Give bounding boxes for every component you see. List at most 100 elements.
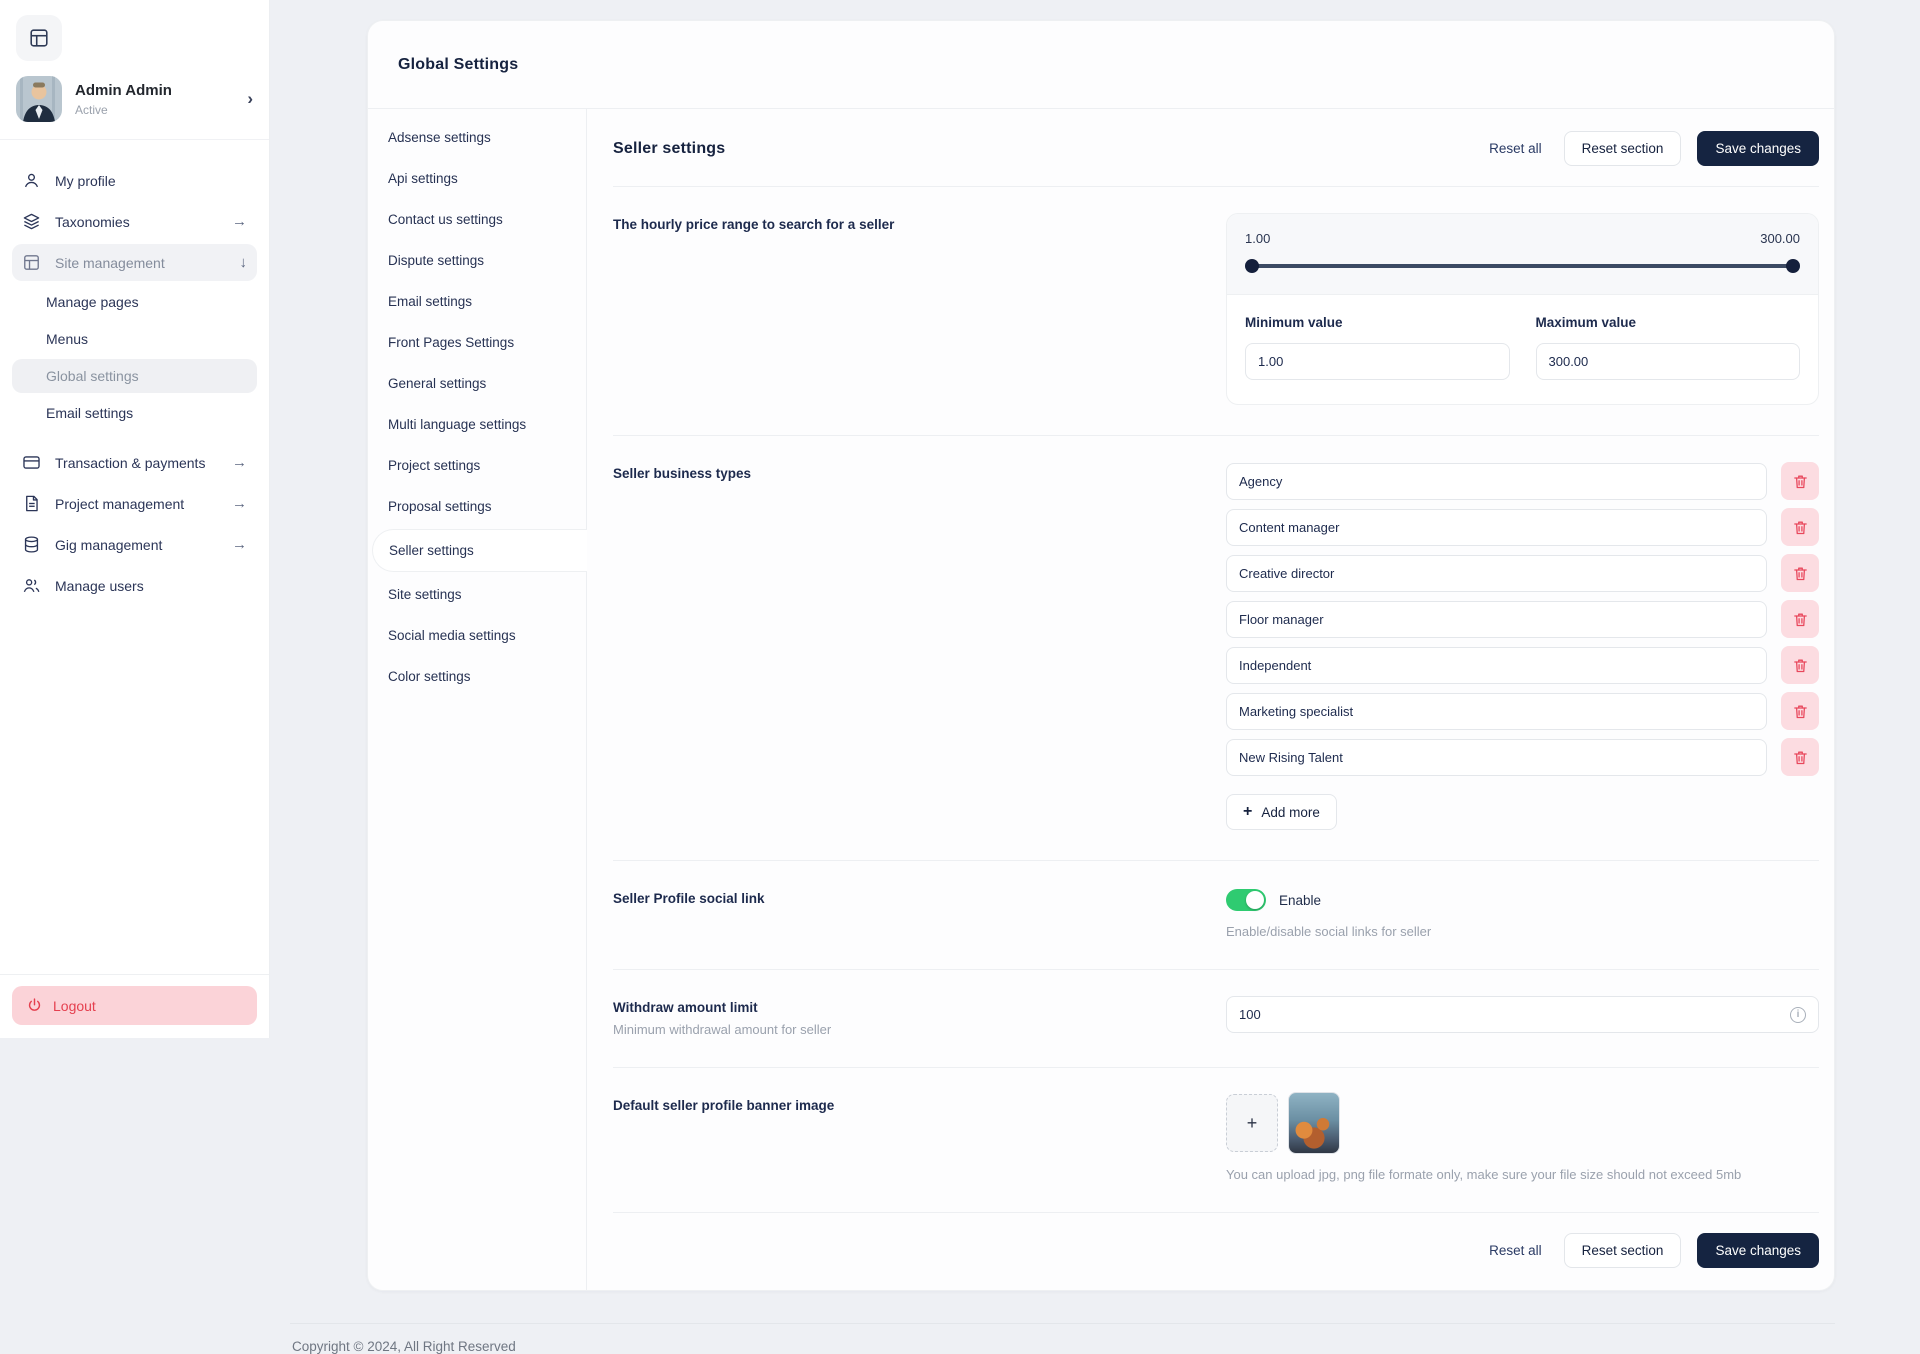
sidebar-item-taxonomies[interactable]: Taxonomies → <box>12 203 257 240</box>
sidebar-subitem-global-settings[interactable]: Global settings <box>12 359 257 393</box>
save-changes-button[interactable]: Save changes <box>1697 131 1819 166</box>
settings-nav-item-email-settings[interactable]: Email settings <box>368 281 586 322</box>
sidebar-item-gig-management[interactable]: Gig management → <box>12 526 257 563</box>
delete-business-type-button[interactable] <box>1781 554 1819 592</box>
trash-icon <box>1792 611 1809 628</box>
business-type-input[interactable] <box>1226 601 1767 638</box>
settings-nav-item-site-settings[interactable]: Site settings <box>368 574 586 615</box>
sidebar-item-transaction-payments[interactable]: Transaction & payments → <box>12 444 257 481</box>
business-type-input[interactable] <box>1226 647 1767 684</box>
price-range-slider[interactable] <box>1245 259 1800 273</box>
copyright-text: Copyright © 2024, All Right Reserved <box>290 1323 1835 1354</box>
settings-nav-item-general-settings[interactable]: General settings <box>368 363 586 404</box>
business-type-row <box>1226 600 1819 638</box>
sidebar: Admin Admin Active › My profile <box>0 0 270 1038</box>
slider-min-label: 1.00 <box>1245 231 1270 246</box>
user-profile[interactable]: Admin Admin Active › <box>0 61 269 140</box>
trash-icon <box>1792 565 1809 582</box>
user-status: Active <box>75 103 172 117</box>
business-type-row <box>1226 646 1819 684</box>
business-types-section: Seller business types + Add more <box>613 436 1819 861</box>
footer-save-changes-button[interactable]: Save changes <box>1697 1233 1819 1268</box>
trash-icon <box>1792 657 1809 674</box>
trash-icon <box>1792 473 1809 490</box>
business-type-input[interactable] <box>1226 739 1767 776</box>
sidebar-item-site-management[interactable]: Site management ↓ <box>12 244 257 281</box>
sidebar-subitem-menus[interactable]: Menus <box>12 322 257 356</box>
section-footer-actions: Reset all Reset section Save changes <box>613 1213 1819 1290</box>
business-type-input[interactable] <box>1226 693 1767 730</box>
banner-image-label: Default seller profile banner image <box>613 1094 1226 1182</box>
business-types-label: Seller business types <box>613 462 1226 830</box>
trash-icon <box>1792 703 1809 720</box>
settings-nav-item-social-media-settings[interactable]: Social media settings <box>368 615 586 656</box>
business-type-input[interactable] <box>1226 509 1767 546</box>
slider-handle-max[interactable] <box>1786 259 1800 273</box>
database-icon <box>22 535 41 554</box>
logout-button[interactable]: Logout <box>12 986 257 1025</box>
sidebar-subitem-email-settings[interactable]: Email settings <box>12 396 257 430</box>
slider-max-label: 300.00 <box>1760 231 1800 246</box>
settings-nav-item-api-settings[interactable]: Api settings <box>368 158 586 199</box>
social-link-toggle[interactable] <box>1226 889 1266 911</box>
reset-all-button[interactable]: Reset all <box>1483 133 1548 164</box>
sidebar-item-project-management[interactable]: Project management → <box>12 485 257 522</box>
plus-icon: + <box>1247 1113 1258 1134</box>
section-title: Seller settings <box>613 140 1467 158</box>
social-link-label: Seller Profile social link <box>613 887 1226 939</box>
delete-business-type-button[interactable] <box>1781 462 1819 500</box>
avatar <box>16 76 62 122</box>
banner-thumbnail[interactable] <box>1288 1092 1340 1154</box>
add-more-button[interactable]: + Add more <box>1226 794 1337 830</box>
slider-track[interactable] <box>1247 264 1798 268</box>
slider-handle-min[interactable] <box>1245 259 1259 273</box>
minimum-value-input[interactable] <box>1245 343 1510 380</box>
settings-nav-item-contact-us-settings[interactable]: Contact us settings <box>368 199 586 240</box>
business-type-row <box>1226 692 1819 730</box>
delete-business-type-button[interactable] <box>1781 692 1819 730</box>
footer-reset-all-button[interactable]: Reset all <box>1483 1235 1548 1266</box>
settings-nav-item-multi-language-settings[interactable]: Multi language settings <box>368 404 586 445</box>
layers-icon <box>22 212 41 231</box>
social-link-section: Seller Profile social link Enable Enable… <box>613 861 1819 970</box>
info-icon[interactable]: i <box>1790 1007 1806 1023</box>
footer-reset-section-button[interactable]: Reset section <box>1564 1233 1682 1268</box>
users-icon <box>22 576 41 595</box>
upload-button[interactable]: + <box>1226 1094 1278 1152</box>
delete-business-type-button[interactable] <box>1781 508 1819 546</box>
settings-nav-item-project-settings[interactable]: Project settings <box>368 445 586 486</box>
settings-nav-item-color-settings[interactable]: Color settings <box>368 656 586 697</box>
arrow-right-icon: → <box>232 454 247 471</box>
reset-section-button[interactable]: Reset section <box>1564 131 1682 166</box>
sidebar-item-my-profile[interactable]: My profile <box>12 162 257 199</box>
price-range-label: The hourly price range to search for a s… <box>613 213 1226 405</box>
settings-nav-item-dispute-settings[interactable]: Dispute settings <box>368 240 586 281</box>
delete-business-type-button[interactable] <box>1781 646 1819 684</box>
settings-nav-item-adsense-settings[interactable]: Adsense settings <box>368 117 586 158</box>
delete-business-type-button[interactable] <box>1781 600 1819 638</box>
business-type-row <box>1226 738 1819 776</box>
toggle-knob <box>1246 891 1264 909</box>
page-title: Global Settings <box>368 21 1834 109</box>
trash-icon <box>1792 749 1809 766</box>
layout-icon <box>22 253 41 272</box>
file-text-icon <box>22 494 41 513</box>
sidebar-subitem-manage-pages[interactable]: Manage pages <box>12 285 257 319</box>
delete-business-type-button[interactable] <box>1781 738 1819 776</box>
social-link-help-text: Enable/disable social links for seller <box>1226 924 1819 939</box>
business-type-input[interactable] <box>1226 463 1767 500</box>
withdraw-limit-input[interactable] <box>1226 996 1819 1033</box>
business-type-input[interactable] <box>1226 555 1767 592</box>
business-type-row <box>1226 508 1819 546</box>
app-logo-button[interactable] <box>16 15 62 61</box>
maximum-value-label: Maximum value <box>1536 315 1801 330</box>
minimum-value-label: Minimum value <box>1245 315 1510 330</box>
settings-nav-item-front-pages-settings[interactable]: Front Pages Settings <box>368 322 586 363</box>
settings-nav-item-seller-settings[interactable]: Seller settings <box>372 529 587 572</box>
maximum-value-input[interactable] <box>1536 343 1801 380</box>
sidebar-item-manage-users[interactable]: Manage users <box>12 567 257 604</box>
settings-nav-item-proposal-settings[interactable]: Proposal settings <box>368 486 586 527</box>
banner-image-section: Default seller profile banner image + Yo… <box>613 1068 1819 1213</box>
plus-icon: + <box>1243 804 1252 820</box>
business-types-list: + Add more <box>1226 462 1819 830</box>
